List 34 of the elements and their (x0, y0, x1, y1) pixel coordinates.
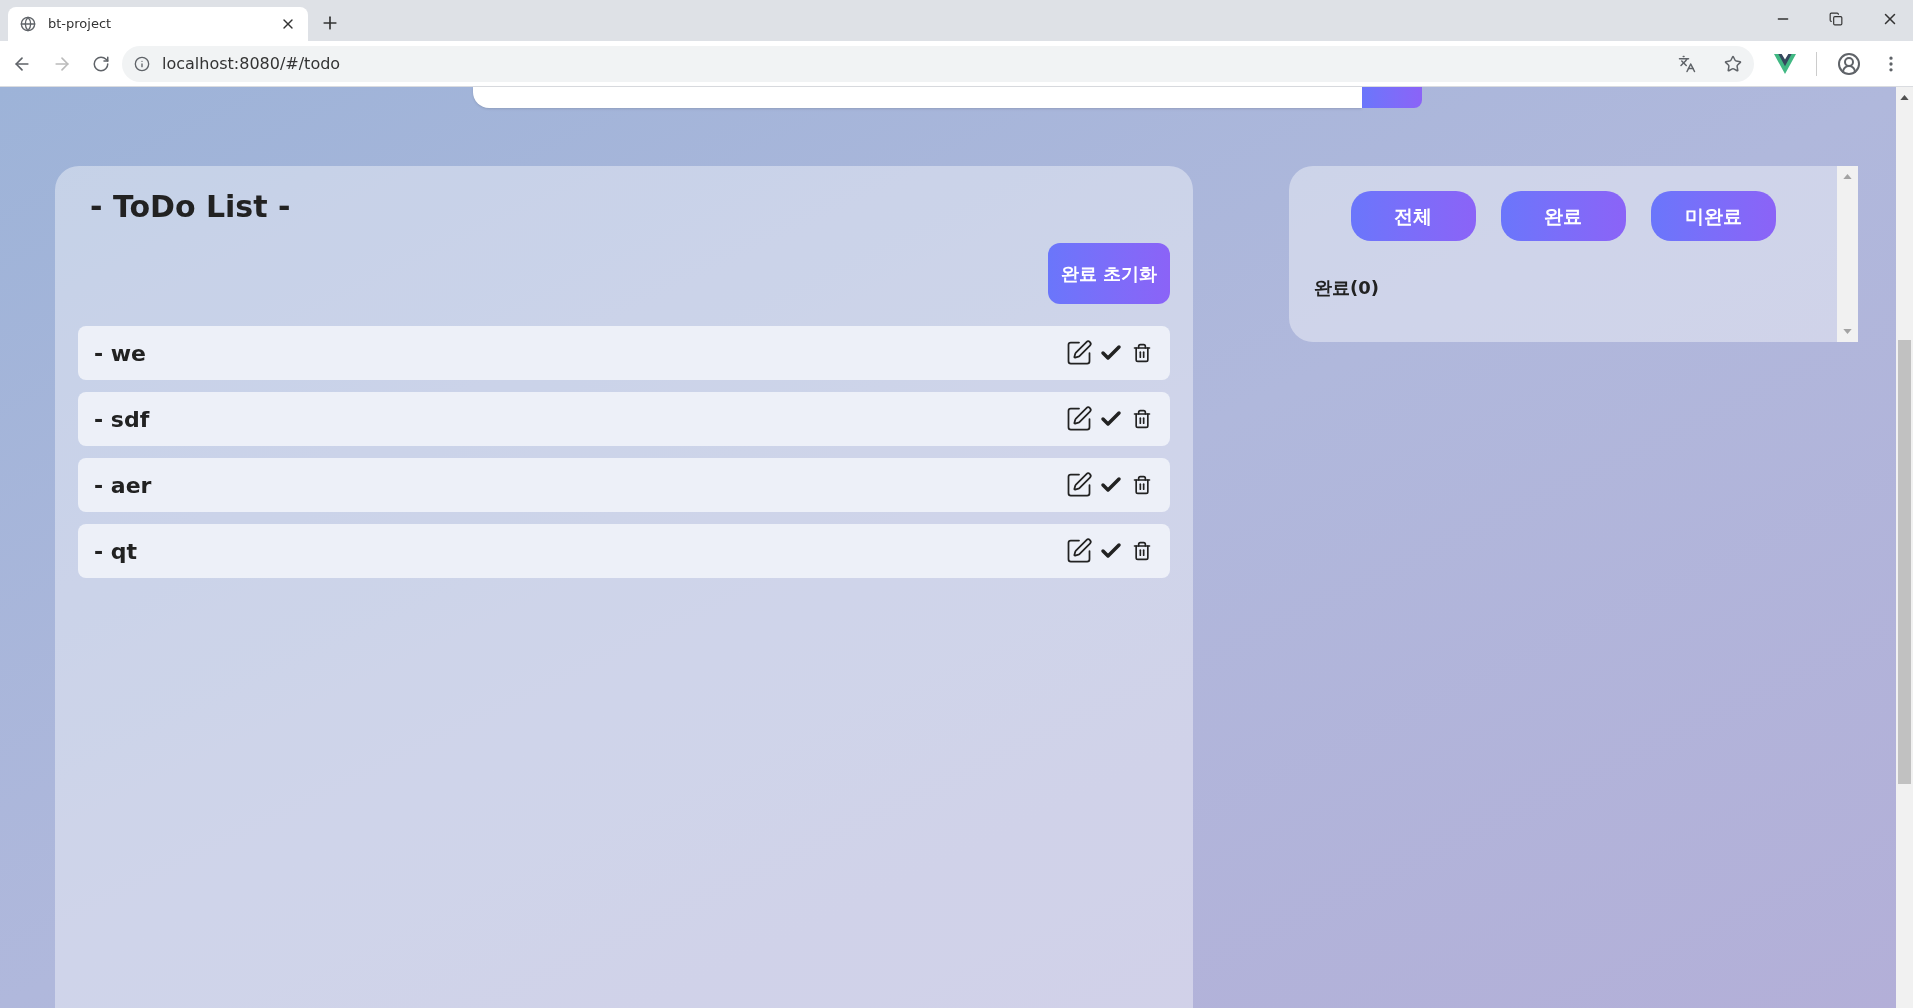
globe-icon (20, 16, 36, 32)
trash-icon[interactable] (1132, 475, 1152, 495)
trash-icon[interactable] (1132, 409, 1152, 429)
browser-tab[interactable]: bt-project (8, 7, 308, 41)
reset-button[interactable]: 완료 초기화 (1047, 243, 1170, 304)
todo-text: - qt (94, 537, 139, 566)
todo-title: - ToDo List - (89, 188, 292, 226)
filter-button[interactable]: 전체 (1350, 191, 1476, 241)
url-text: localhost:8080/#/todo (162, 52, 342, 75)
info-icon (134, 55, 150, 72)
profile-icon[interactable] (1837, 51, 1861, 76)
restore-icon[interactable] (1829, 12, 1843, 26)
filter-button[interactable]: 완료 (1500, 191, 1626, 241)
tab-title: bt-project (48, 15, 113, 34)
address-bar[interactable]: localhost:8080/#/todo (122, 45, 1754, 82)
scroll-thumb[interactable] (1898, 340, 1911, 784)
input-field[interactable] (473, 87, 1362, 108)
edit-icon[interactable] (1065, 471, 1093, 499)
edit-icon[interactable] (1065, 405, 1093, 433)
filter-button[interactable]: 미완료 (1650, 191, 1776, 241)
translate-icon[interactable] (1678, 54, 1696, 73)
trash-icon[interactable] (1132, 343, 1152, 363)
page-scrollbar[interactable] (1896, 87, 1913, 1008)
todo-text: - sdf (94, 405, 151, 434)
trash-icon[interactable] (1132, 541, 1152, 561)
edit-icon[interactable] (1065, 339, 1093, 367)
bookmark-icon[interactable] (1724, 54, 1742, 73)
filter-label: 완료(0) (1314, 276, 1380, 300)
edit-icon[interactable] (1065, 537, 1093, 565)
extension-icon[interactable] (1774, 53, 1796, 74)
todo-text: - aer (94, 471, 153, 500)
scroll-up-icon[interactable] (1900, 95, 1909, 100)
reload-icon[interactable] (92, 54, 110, 73)
todo-text: - we (94, 339, 148, 368)
